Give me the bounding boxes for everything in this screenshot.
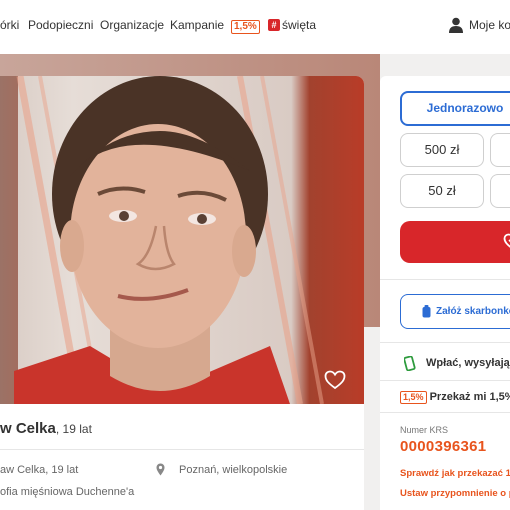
divider [380,342,510,343]
beneficiary-heading: w Celka, 19 lat [0,420,92,437]
nav-item-fundraisers[interactable]: órki [0,18,19,32]
nav-item-organizations[interactable]: Organizacje [100,18,164,32]
beneficiary-card: w Celka, 19 lat aw Celka, 19 lat Poznań,… [0,76,364,510]
frequency-one-time-button[interactable]: Jednorazowo [400,91,510,126]
top-navigation: órki Podopieczni Organizacje Kampanie 1,… [0,0,510,54]
sms-donation-link[interactable]: Wpłać, wysyłają [426,357,510,369]
divider [380,380,510,381]
check-how-to-transfer-link[interactable]: Sprawdź jak przekazać 1, [400,468,510,479]
piggybank-icon [422,305,431,318]
beneficiary-name: w Celka [0,420,56,437]
krs-label: Numer KRS [400,425,449,435]
nav-item-tax-percent[interactable]: 1,5% [231,18,260,34]
create-piggybank-button[interactable]: Załóż skarbonkę [400,294,510,329]
amount-option-button[interactable] [490,133,510,167]
piggybank-label: Załóż skarbonkę [436,306,510,317]
beneficiary-detail-name: aw Celka, 19 lat [0,464,79,476]
krs-number: 0000396361 [400,438,487,455]
amount-50-button[interactable]: 50 zł [400,174,484,208]
divider [0,449,364,450]
nav-item-beneficiaries[interactable]: Podopieczni [28,18,93,32]
donate-heart-icon [503,233,510,248]
nav-item-holidays[interactable]: # święta [268,18,316,32]
amount-option-button[interactable] [490,174,510,208]
tax-percent-badge: 1,5% [231,20,260,34]
nav-item-campaigns[interactable]: Kampanie [170,18,224,32]
donate-button[interactable] [400,221,510,263]
nav-holidays-label: święta [282,18,317,32]
beneficiary-photo [0,76,364,404]
beneficiary-diagnosis: ofia mięśniowa Duchenne'a [0,486,135,498]
pin-icon [156,463,165,476]
set-reminder-link[interactable]: Ustaw przypomnienie o p [400,488,510,499]
donation-card: Jednorazowo 500 zł 50 zł Załóż skarbonkę… [380,76,510,510]
beneficiary-portrait [14,76,324,404]
amount-500-button[interactable]: 500 zł [400,133,484,167]
phone-icon [404,356,416,371]
tax-percent-row[interactable]: 1,5% Przekaż mi 1,5% [400,391,510,404]
divider [380,412,510,413]
my-account-link[interactable]: Moje kon [469,18,510,32]
beneficiary-location: Poznań, wielkopolskie [179,464,288,476]
tax-percent-label: Przekaż mi 1,5% [429,391,510,403]
tax-percent-badge: 1,5% [400,391,427,404]
hashtag-icon: # [268,19,280,31]
user-icon[interactable] [449,17,463,33]
divider [380,279,510,280]
heart-icon[interactable] [324,370,346,390]
beneficiary-age: , 19 lat [55,422,92,436]
